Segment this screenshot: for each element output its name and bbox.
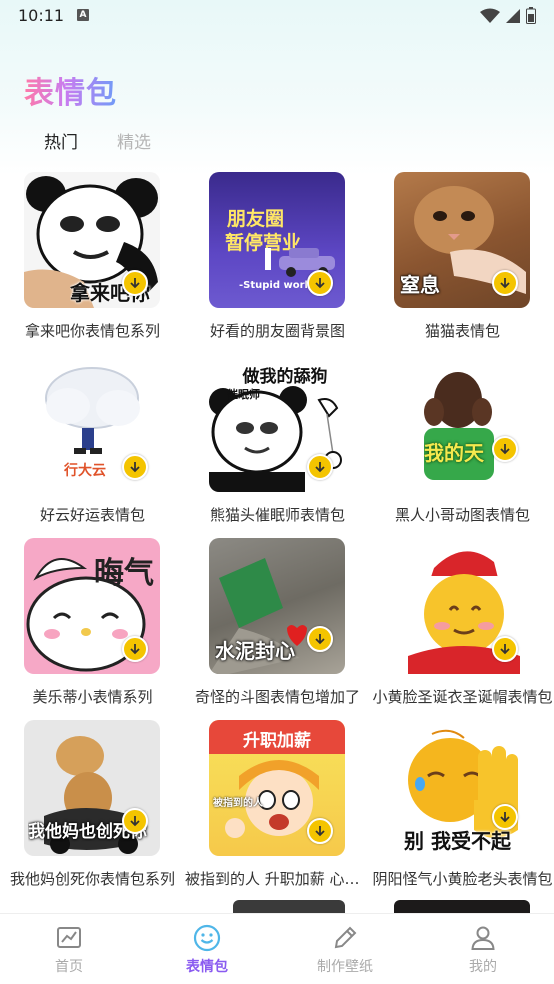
nav-home[interactable]: 首页	[0, 924, 138, 976]
page-title: 表情包	[24, 68, 117, 112]
status-time: 10:11	[18, 6, 65, 25]
nav-profile[interactable]: 我的	[414, 924, 552, 976]
pencil-icon	[334, 926, 357, 949]
sticker-title: 猫猫表情包	[424, 322, 500, 340]
sticker-thumbnail[interactable]: 朋友圈 暂停营业 -Stupid world-	[209, 172, 345, 308]
download-icon[interactable]	[122, 636, 148, 662]
sticker-title: 拿来吧你表情包系列	[24, 322, 160, 340]
download-icon[interactable]	[492, 636, 518, 662]
sticker-card[interactable]: 别 我受不起 阴阳怪气小黄脸老头表情包	[370, 718, 554, 900]
next-row-thumbnail	[233, 900, 345, 914]
nav-label: 首页	[55, 959, 83, 975]
download-icon[interactable]	[307, 454, 333, 480]
sticker-thumbnail[interactable]: 我的天	[394, 356, 530, 492]
sticker-card[interactable]: 小黄脸圣诞衣圣诞帽表情包	[370, 536, 554, 718]
sticker-caption: 晦气	[94, 556, 154, 591]
download-icon[interactable]	[122, 454, 148, 480]
smile-icon	[193, 924, 221, 952]
notification-icon: A	[77, 9, 89, 21]
sticker-thumbnail[interactable]: 晦气	[24, 538, 160, 674]
sticker-title: 好云好运表情包	[39, 506, 145, 524]
sticker-title: 美乐蒂小表情系列	[32, 688, 153, 706]
sticker-caption: 升职加薪	[243, 731, 311, 751]
download-icon[interactable]	[492, 270, 518, 296]
sticker-title: 被指到的人 升职加薪 心想事成	[185, 870, 370, 888]
sticker-title: 我他妈创死你表情包系列	[9, 870, 175, 888]
download-icon[interactable]	[492, 436, 518, 462]
sticker-title: 小黄脸圣诞衣圣诞帽表情包	[372, 688, 553, 706]
download-icon[interactable]	[122, 270, 148, 296]
bottom-navigation: 首页 表情包 制作壁纸 我的	[0, 913, 554, 984]
download-icon[interactable]	[307, 270, 333, 296]
sticker-caption: 被指到的人	[213, 798, 263, 809]
download-icon[interactable]	[122, 808, 148, 834]
sticker-thumbnail[interactable]: 拿来吧你	[24, 172, 160, 308]
download-icon[interactable]	[492, 804, 518, 830]
sticker-card[interactable]: 拿来吧你 拿来吧你表情包系列	[0, 170, 185, 352]
sticker-card[interactable]: 窒息 猫猫表情包	[370, 170, 554, 352]
sticker-card[interactable]: 行大云 好云好运表情包	[0, 354, 185, 536]
person-illustration	[424, 372, 494, 480]
sticker-title: 熊猫头催眠师表情包	[209, 506, 345, 524]
tab-hot[interactable]: 热门	[44, 128, 78, 153]
nav-label: 我的	[469, 959, 497, 975]
sticker-thumbnail[interactable]: 行大云	[24, 356, 160, 492]
sticker-caption: 做我的舔狗	[242, 367, 328, 387]
sticker-badge: 催眠师	[227, 388, 260, 401]
category-tabs: 热门 精选	[0, 128, 554, 158]
status-icons	[480, 7, 536, 24]
nav-label: 表情包	[186, 959, 228, 975]
chart-icon	[57, 927, 81, 948]
sticker-title: 阴阳怪气小黄脸老头表情包	[372, 870, 553, 888]
nav-make-wallpaper[interactable]: 制作壁纸	[276, 924, 414, 976]
status-bar: 10:11 A	[0, 0, 554, 32]
nav-stickers[interactable]: 表情包	[138, 924, 276, 976]
sticker-card[interactable]: 朋友圈 暂停营业 -Stupid world- 好看的朋友圈背景图	[185, 170, 370, 352]
sticker-title: 好看的朋友圈背景图	[209, 322, 345, 340]
sticker-thumbnail[interactable]: 窒息	[394, 172, 530, 308]
sticker-thumbnail[interactable]: 做我的舔狗 催眠师	[209, 356, 345, 492]
sticker-card[interactable]: 我他妈也创死你 我他妈创死你表情包系列	[0, 718, 185, 900]
sticker-title: 奇怪的斗图表情包增加了	[194, 688, 360, 706]
sticker-card[interactable]: 水泥封心 奇怪的斗图表情包增加了	[185, 536, 370, 718]
next-row-thumbnail	[394, 900, 530, 914]
sticker-thumbnail[interactable]	[394, 538, 530, 674]
battery-icon	[526, 7, 536, 24]
sticker-thumbnail[interactable]: 别 我受不起	[394, 720, 530, 856]
signal-icon	[506, 8, 520, 23]
sticker-card[interactable]: 做我的舔狗 催眠师 熊猫头催眠师表情包	[185, 354, 370, 536]
wifi-icon	[480, 8, 500, 23]
sticker-card[interactable]: 晦气 美乐蒂小表情系列	[0, 536, 185, 718]
sticker-thumbnail[interactable]: 水泥封心	[209, 538, 345, 674]
sticker-card[interactable]: 升职加薪 被指到的人 被指到的人 升职加薪 心想事成	[185, 718, 370, 900]
tab-featured[interactable]: 精选	[117, 128, 151, 153]
nav-label: 制作壁纸	[317, 959, 373, 975]
sticker-thumbnail[interactable]: 升职加薪 被指到的人	[209, 720, 345, 856]
download-icon[interactable]	[307, 626, 333, 652]
sticker-caption: 行大云	[64, 463, 106, 479]
user-icon	[471, 926, 495, 950]
download-icon[interactable]	[307, 818, 333, 844]
sticker-title: 黑人小哥动图表情包	[394, 506, 530, 524]
sticker-thumbnail[interactable]: 我他妈也创死你	[24, 720, 160, 856]
sticker-card[interactable]: 我的天 黑人小哥动图表情包	[370, 354, 554, 536]
